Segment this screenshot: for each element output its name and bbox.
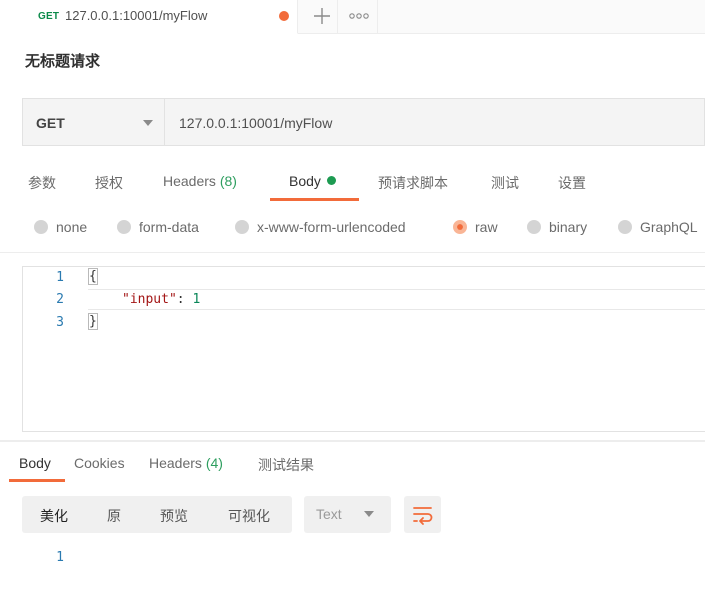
- request-tab-url: 127.0.0.1:10001/myFlow: [65, 8, 208, 23]
- body-indicator-dot: [326, 176, 336, 185]
- radio-circle: [618, 220, 632, 234]
- close-brace: }: [88, 313, 98, 330]
- format-select[interactable]: Text: [304, 496, 391, 533]
- radio-label: none: [56, 219, 88, 235]
- tab-label: 测试: [491, 175, 519, 191]
- active-response-tab-indicator: [9, 479, 65, 482]
- tab-label: 授权: [95, 175, 123, 191]
- view-mode-preview[interactable]: 预览: [160, 506, 188, 526]
- chevron-down-icon: [143, 120, 153, 126]
- radio-label: raw: [475, 219, 498, 235]
- request-tab[interactable]: GET 127.0.0.1:10001/myFlow: [0, 0, 298, 34]
- code-line-2: "input": 1: [122, 292, 200, 307]
- wrap-lines-button[interactable]: [404, 496, 441, 533]
- tab-label: Headers: [163, 173, 216, 189]
- divider: [0, 252, 705, 253]
- radio-label: form-data: [139, 219, 199, 235]
- tab-label: 设置: [558, 175, 586, 191]
- code-line-1: {: [88, 268, 98, 285]
- tab-label: Headers: [149, 455, 202, 471]
- request-tab-method: GET: [38, 11, 60, 22]
- radio-form-data[interactable]: form-data: [117, 219, 199, 237]
- tab-pre-request-script[interactable]: 预请求脚本: [378, 173, 448, 193]
- line-number: 1: [56, 270, 64, 285]
- url-input[interactable]: 127.0.0.1:10001/myFlow: [165, 98, 705, 146]
- headers-count: (8): [219, 173, 237, 189]
- radio-label: x-www-form-urlencoded: [257, 219, 406, 235]
- tab-params[interactable]: 参数: [28, 173, 56, 193]
- radio-circle: [235, 220, 249, 234]
- url-input-value: 127.0.0.1:10001/myFlow: [179, 115, 333, 131]
- response-line-number: 1: [56, 550, 64, 565]
- radio-raw[interactable]: raw: [453, 219, 498, 237]
- view-mode-raw[interactable]: 原: [107, 506, 121, 526]
- format-select-value: Text: [316, 506, 342, 522]
- response-tab-test-results[interactable]: 测试结果: [258, 455, 314, 475]
- response-tab-body[interactable]: Body: [19, 455, 51, 471]
- radio-graphql[interactable]: GraphQL: [618, 219, 698, 237]
- response-tab-headers[interactable]: Headers (4): [149, 455, 223, 471]
- json-colon: :: [176, 292, 193, 307]
- radio-label: GraphQL: [640, 219, 698, 235]
- radio-circle: [117, 220, 131, 234]
- response-tab-cookies[interactable]: Cookies: [74, 455, 125, 471]
- tab-headers[interactable]: Headers (8): [163, 173, 237, 189]
- response-headers-count: (4): [205, 455, 223, 471]
- method-select-value: GET: [36, 115, 65, 131]
- new-tab-button[interactable]: [307, 0, 338, 33]
- tab-tests[interactable]: 测试: [491, 173, 519, 193]
- tab-label: 参数: [28, 175, 56, 191]
- tab-settings[interactable]: 设置: [558, 173, 586, 193]
- more-icon: [349, 13, 369, 19]
- tab-label: 测试结果: [258, 457, 314, 473]
- wrap-lines-icon: [413, 507, 433, 525]
- more-tabs-button[interactable]: [343, 0, 378, 33]
- tab-label: Body: [19, 455, 51, 471]
- radio-none[interactable]: none: [34, 219, 87, 237]
- radio-circle-selected: [453, 220, 467, 234]
- view-mode-pretty[interactable]: 美化: [40, 506, 68, 526]
- tab-body[interactable]: Body: [289, 173, 336, 189]
- radio-circle: [527, 220, 541, 234]
- pane-divider[interactable]: [0, 440, 705, 442]
- chevron-down-icon: [364, 511, 374, 517]
- radio-x-www-form-urlencoded[interactable]: x-www-form-urlencoded: [235, 219, 406, 237]
- tab-label: 预请求脚本: [378, 175, 448, 191]
- code-line-3: }: [88, 313, 98, 330]
- active-tab-indicator: [270, 198, 359, 201]
- line-number: 3: [56, 315, 64, 330]
- unsaved-changes-dot: [279, 11, 289, 21]
- view-mode-visualize[interactable]: 可视化: [228, 506, 270, 526]
- radio-label: binary: [549, 219, 588, 235]
- request-title[interactable]: 无标题请求: [25, 50, 100, 71]
- open-brace: {: [88, 268, 98, 285]
- method-select[interactable]: GET: [22, 98, 165, 146]
- radio-binary[interactable]: binary: [527, 219, 587, 237]
- json-value: 1: [192, 292, 201, 307]
- line-number: 2: [56, 292, 64, 307]
- tab-auth[interactable]: 授权: [95, 173, 123, 193]
- tab-label: Body: [289, 173, 321, 189]
- radio-circle: [34, 220, 48, 234]
- tab-label: Cookies: [74, 455, 125, 471]
- plus-icon: [314, 8, 330, 24]
- json-key: "input": [122, 292, 177, 307]
